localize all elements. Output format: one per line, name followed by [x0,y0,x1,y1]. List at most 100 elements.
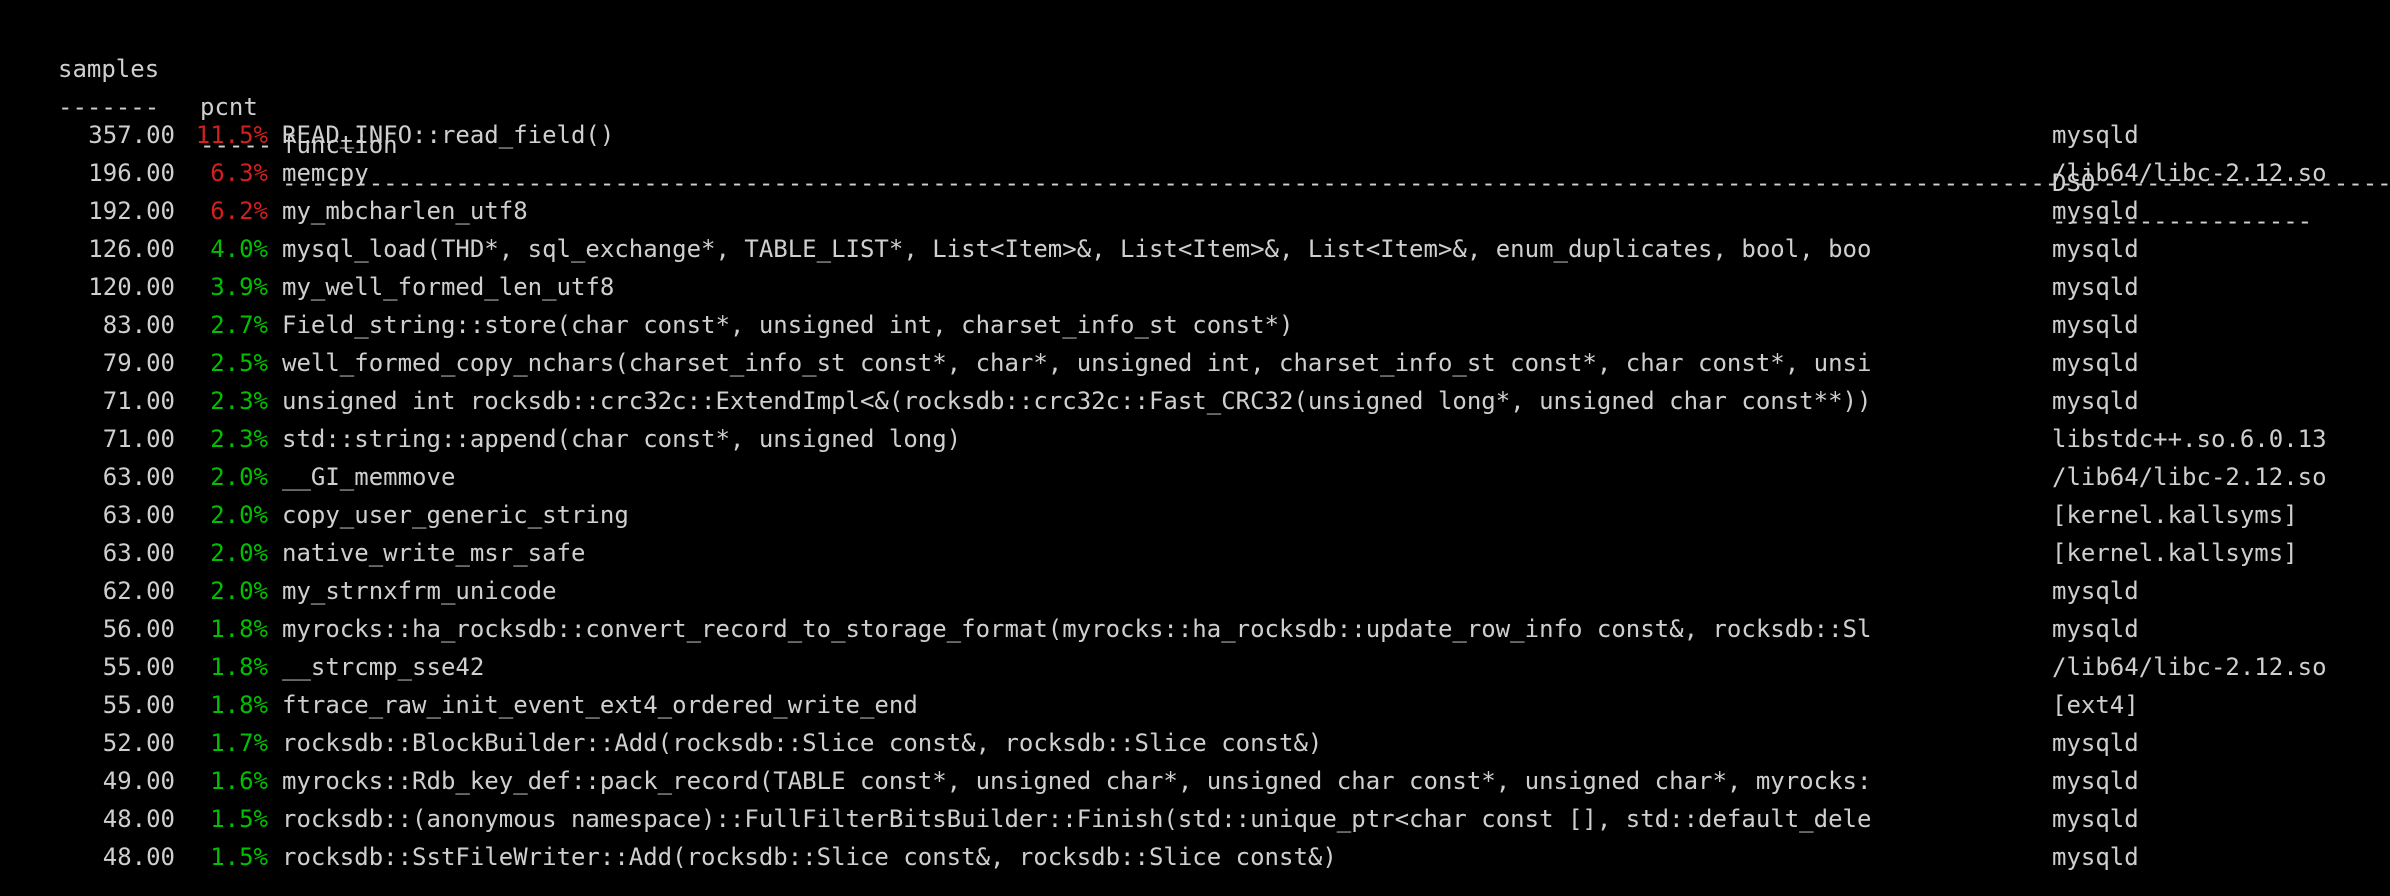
cell-pcnt: 2.0% [210,463,268,491]
cell-function: __GI_memmove [282,463,456,491]
table-row[interactable]: 55.00 1.8% ftrace_raw_init_event_ext4_orde… [0,686,2390,724]
cell-function: std::string::append(char const*, unsigne… [282,425,962,453]
table-row[interactable]: 126.00 4.0% mysql_load(THD*, sql_exchange*… [0,230,2390,268]
cell-dso: mysqld [2052,767,2139,795]
cell-dso: mysqld [2052,121,2139,149]
cell-samples: 56.00 [102,615,175,643]
table-row[interactable]: 120.00 3.9% my_well_formed_len_utf8 mysqld [0,268,2390,306]
cell-pcnt: 2.7% [210,311,268,339]
cell-function: myrocks::Rdb_key_def::pack_record(TABLE … [282,767,1872,795]
cell-dso: /lib64/libc-2.12.so [2052,653,2327,681]
cell-dso: mysqld [2052,197,2139,225]
cell-samples: 192.00 [88,197,175,225]
cell-function: memcpy [282,159,369,187]
cell-dso: /lib64/libc-2.12.so [2052,463,2327,491]
cell-function: rocksdb::BlockBuilder::Add(rocksdb::Slic… [282,729,1323,757]
cell-pcnt: 6.2% [210,197,268,225]
table-row[interactable]: 192.00 6.2% my_mbcharlen_utf8 mysqld [0,192,2390,230]
table-row[interactable]: 71.00 2.3% unsigned int rocksdb::crc32c::E… [0,382,2390,420]
cell-function: rocksdb::SstFileWriter::Add(rocksdb::Sli… [282,843,1337,871]
cell-function: READ_INFO::read_field() [282,121,615,149]
table-row[interactable]: 79.00 2.5% well_formed_copy_nchars(charset… [0,344,2390,382]
cell-dso: mysqld [2052,729,2139,757]
table-rule-row: ------- ----- --------------------------… [0,50,2390,235]
cell-dso: mysqld [2052,577,2139,605]
cell-dso: /lib64/libc-2.12.so [2052,159,2327,187]
table-row[interactable]: 49.00 1.6% myrocks::Rdb_key_def::pack_reco… [0,762,2390,800]
cell-samples: 357.00 [88,121,175,149]
table-row[interactable]: 56.00 1.8% myrocks::ha_rocksdb::convert_re… [0,610,2390,648]
profile-rows: 357.00 11.5% READ_INFO::read_field() mysqld… [0,116,2390,876]
cell-dso: mysqld [2052,349,2139,377]
cell-pcnt: 2.0% [210,539,268,567]
cell-function: Field_string::store(char const*, unsigne… [282,311,1294,339]
cell-samples: 52.00 [102,729,175,757]
cell-function: my_strnxfrm_unicode [282,577,557,605]
cell-function: rocksdb::(anonymous namespace)::FullFilt… [282,805,1872,833]
cell-pcnt: 2.3% [210,387,268,415]
cell-dso: mysqld [2052,387,2139,415]
cell-dso: mysqld [2052,843,2139,871]
cell-pcnt: 2.0% [210,501,268,529]
cell-samples: 63.00 [102,539,175,567]
cell-dso: mysqld [2052,311,2139,339]
cell-dso: libstdc++.so.6.0.13 [2052,425,2327,453]
table-row[interactable]: 357.00 11.5% READ_INFO::read_field() mysqld [0,116,2390,154]
table-row[interactable]: 52.00 1.7% rocksdb::BlockBuilder::Add(rock… [0,724,2390,762]
table-row[interactable]: 196.00 6.3% memcpy/lib64/libc-2.12.so [0,154,2390,192]
cell-samples: 71.00 [102,387,175,415]
cell-function: mysql_load(THD*, sql_exchange*, TABLE_LI… [282,235,1872,263]
cell-dso: mysqld [2052,615,2139,643]
cell-pcnt: 1.8% [210,615,268,643]
table-row[interactable]: 62.00 2.0% my_strnxfrm_unicode mysqld [0,572,2390,610]
table-header-block: samples pcnt function DSO [0,0,2390,197]
table-row[interactable]: 63.00 2.0% native_write_msr_safe [kernel.ka… [0,534,2390,572]
table-rule-block: ------- ----- --------------------------… [0,50,2390,235]
cell-samples: 79.00 [102,349,175,377]
cell-samples: 71.00 [102,425,175,453]
cell-samples: 48.00 [102,843,175,871]
cell-samples: 63.00 [102,501,175,529]
cell-function: well_formed_copy_nchars(charset_info_st … [282,349,1872,377]
cell-pcnt: 1.6% [210,767,268,795]
cell-samples: 48.00 [102,805,175,833]
table-row[interactable]: 63.00 2.0% __GI_memmove/lib64/libc-2.12.so [0,458,2390,496]
table-row[interactable]: 63.00 2.0% copy_user_generic_string [kernel… [0,496,2390,534]
cell-samples: 55.00 [102,691,175,719]
cell-samples: 120.00 [88,273,175,301]
table-row[interactable]: 48.00 1.5% rocksdb::(anonymous namespace):… [0,800,2390,838]
cell-samples: 83.00 [102,311,175,339]
cell-pcnt: 2.0% [210,577,268,605]
cell-samples: 55.00 [102,653,175,681]
cell-function: ftrace_raw_init_event_ext4_ordered_write… [282,691,918,719]
table-row[interactable]: 48.00 1.5% rocksdb::SstFileWriter::Add(roc… [0,838,2390,876]
cell-pcnt: 1.8% [210,653,268,681]
cell-samples: 62.00 [102,577,175,605]
cell-pcnt: 1.5% [210,805,268,833]
cell-function: myrocks::ha_rocksdb::convert_record_to_s… [282,615,1872,643]
cell-dso: [kernel.kallsyms] [2052,539,2298,567]
cell-samples: 49.00 [102,767,175,795]
cell-dso: mysqld [2052,805,2139,833]
cell-function: __strcmp_sse42 [282,653,485,681]
cell-dso: [kernel.kallsyms] [2052,501,2298,529]
cell-function: unsigned int rocksdb::crc32c::ExtendImpl… [282,387,1872,415]
cell-function: my_well_formed_len_utf8 [282,273,615,301]
cell-pcnt: 4.0% [210,235,268,263]
cell-pcnt: 2.5% [210,349,268,377]
table-row[interactable]: 83.00 2.7% Field_string::store(char const*… [0,306,2390,344]
table-row[interactable]: 71.00 2.3% std::string::append(char const*… [0,420,2390,458]
cell-function: my_mbcharlen_utf8 [282,197,528,225]
cell-function: native_write_msr_safe [282,539,586,567]
cell-pcnt: 1.7% [210,729,268,757]
cell-function: copy_user_generic_string [282,501,629,529]
cell-pcnt: 11.5% [195,121,268,149]
cell-pcnt: 3.9% [210,273,268,301]
cell-pcnt: 1.5% [210,843,268,871]
cell-pcnt: 1.8% [210,691,268,719]
cell-samples: 63.00 [102,463,175,491]
cell-samples: 126.00 [88,235,175,263]
table-row[interactable]: 55.00 1.8% __strcmp_sse42/lib64/libc-2.12.… [0,648,2390,686]
cell-dso: mysqld [2052,235,2139,263]
